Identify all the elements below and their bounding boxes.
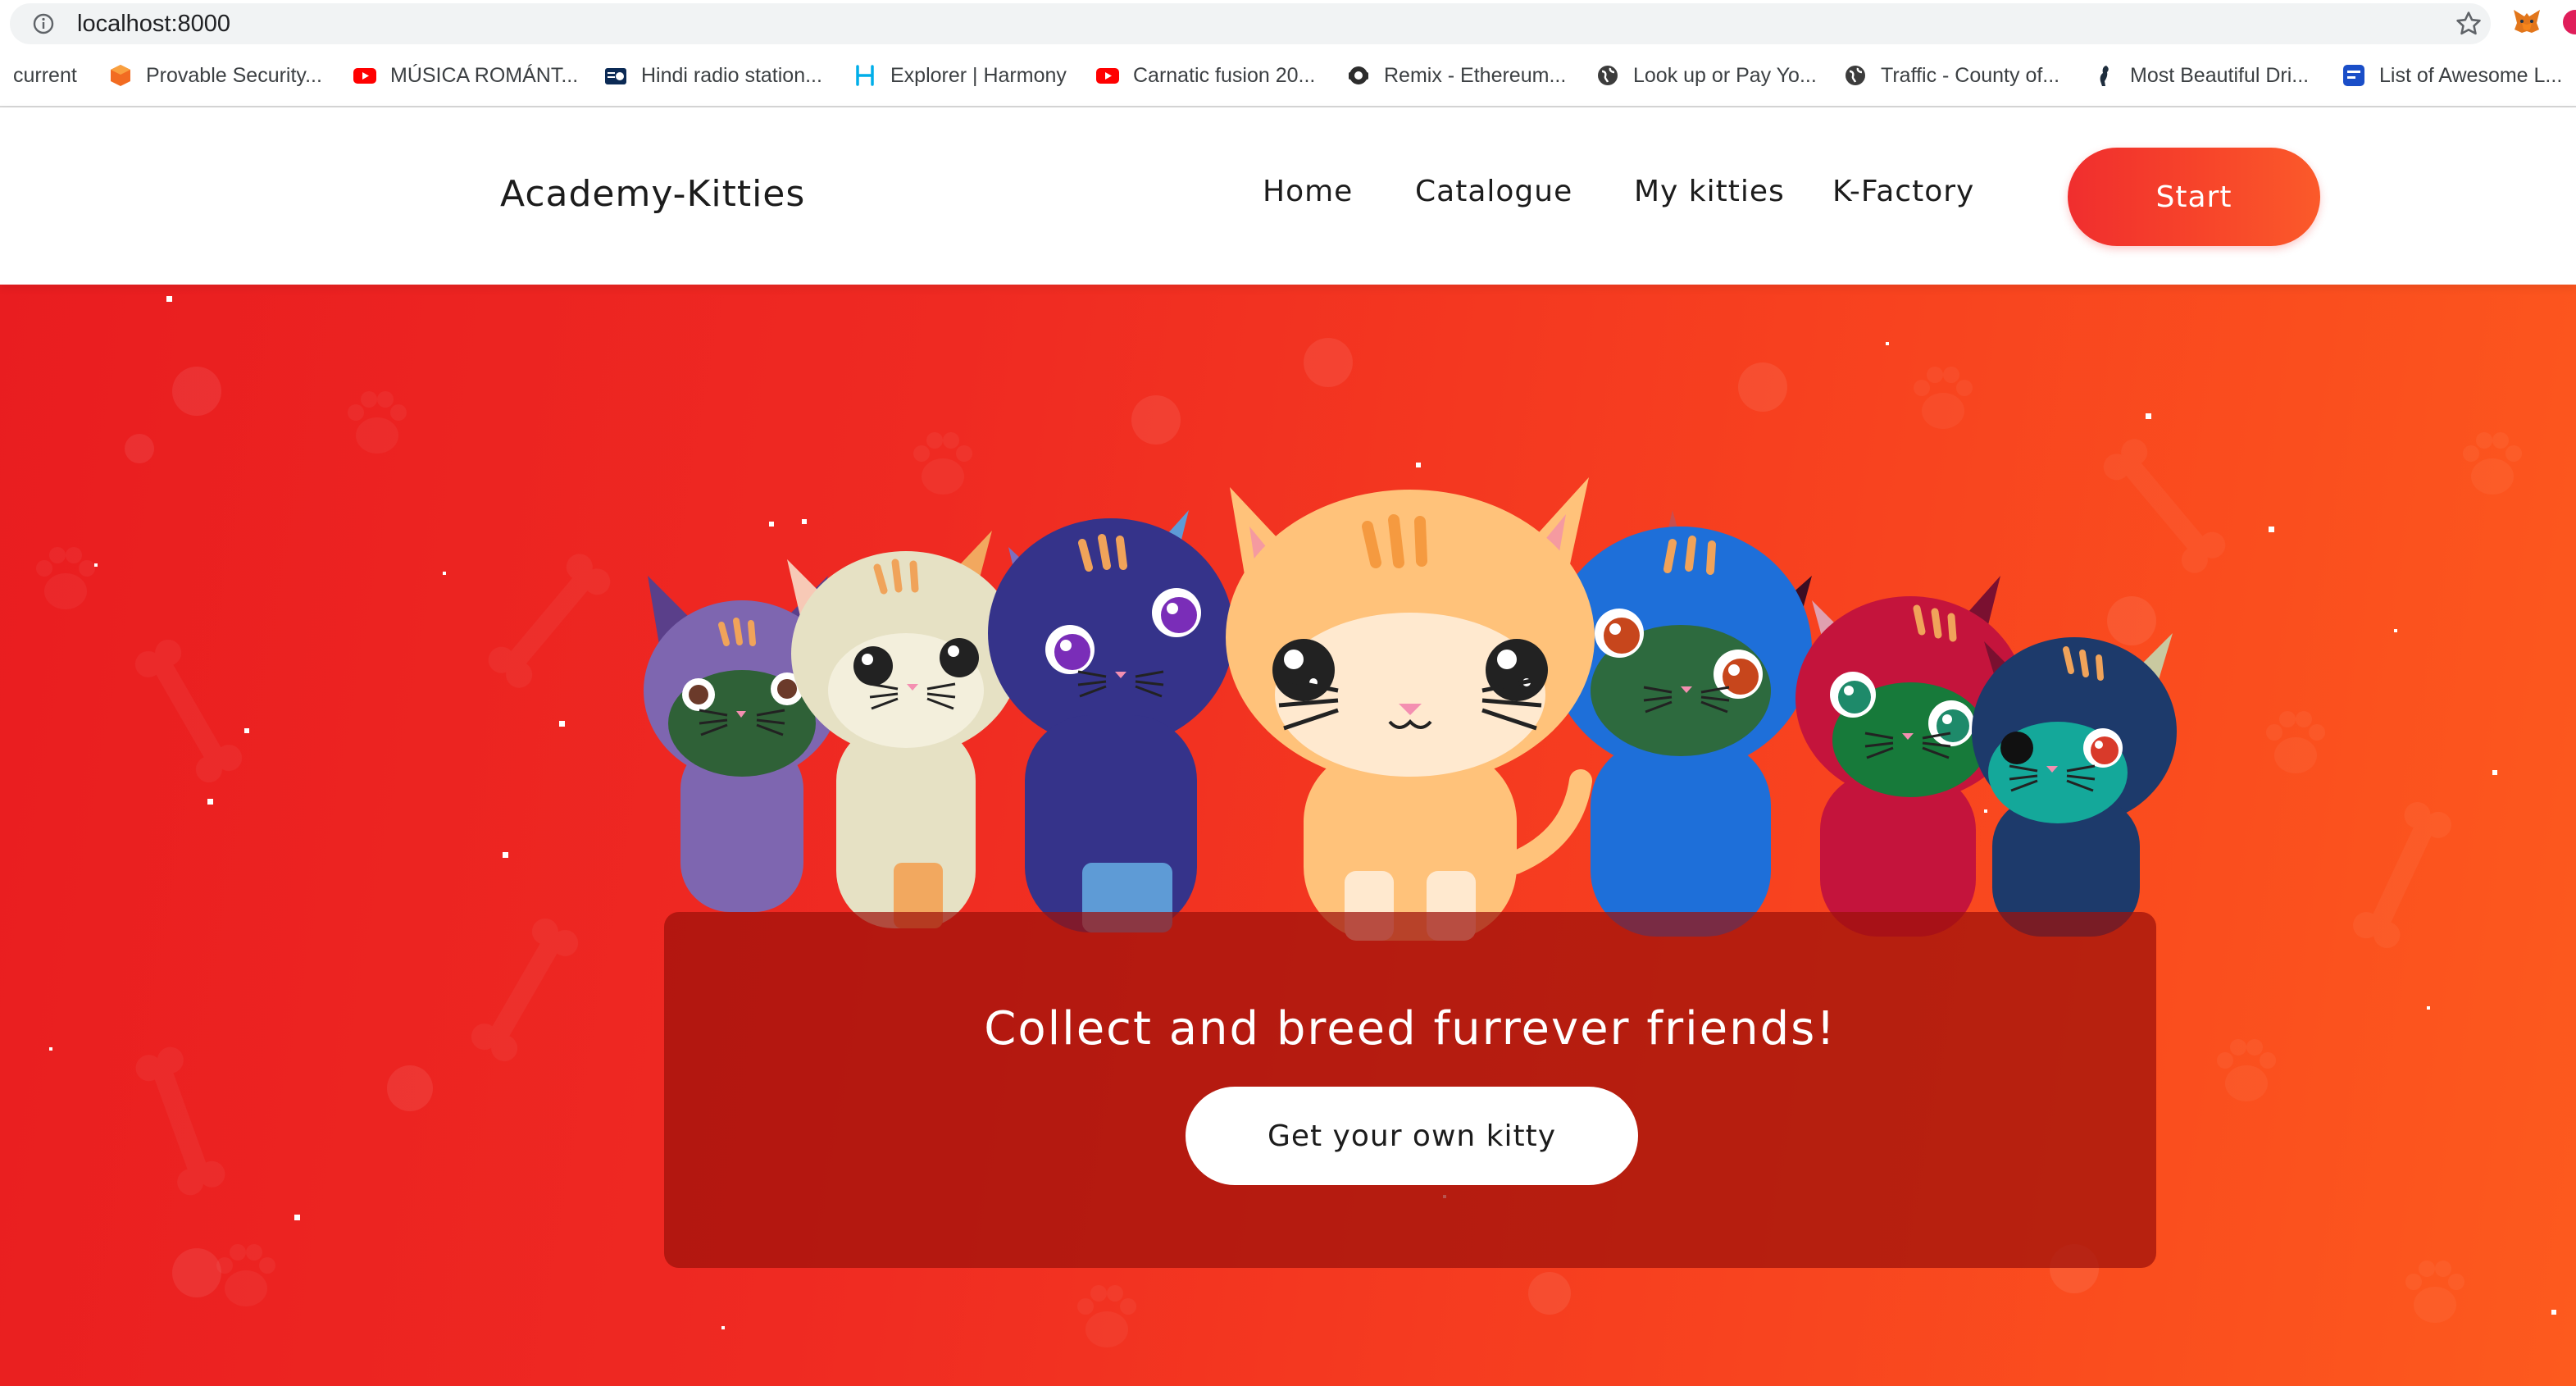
- radio-icon: [605, 68, 626, 84]
- youtube-icon: [353, 68, 376, 84]
- bookmark-label: Explorer | Harmony: [890, 63, 1067, 87]
- bookmark-star-icon[interactable]: [2455, 10, 2483, 38]
- hero-overlay-panel: Collect and breed furrever friends! Get …: [664, 912, 2156, 1268]
- bookmark-label: MÚSICA ROMÁNT...: [390, 63, 579, 87]
- bookmark-traffic[interactable]: Traffic - County of...: [1843, 61, 2059, 90]
- silhouette-icon: [2100, 66, 2109, 86]
- extension-icon[interactable]: [2563, 10, 2576, 34]
- nav-k-factory[interactable]: K-Factory: [1832, 175, 1974, 208]
- bookmark-current[interactable]: current: [13, 61, 77, 90]
- site-logo[interactable]: Academy-Kitties: [500, 173, 805, 215]
- info-icon[interactable]: [33, 13, 54, 34]
- teal-cat: [1972, 633, 2177, 937]
- cube-icon: [111, 65, 130, 86]
- block-icon: [2343, 65, 2364, 86]
- bookmark-label: List of Awesome L...: [2379, 63, 2563, 87]
- address-bar[interactable]: localhost:8000: [10, 3, 2491, 44]
- nav-catalogue[interactable]: Catalogue: [1415, 175, 1572, 208]
- bookmark-label: Traffic - County of...: [1881, 63, 2060, 87]
- bookmark-label: Carnatic fusion 20...: [1133, 63, 1316, 87]
- get-kitty-button[interactable]: Get your own kitty: [1186, 1087, 1638, 1185]
- bookmark-remix[interactable]: Remix - Ethereum...: [1346, 61, 1566, 90]
- bookmark-label: Most Beautiful Dri...: [2130, 63, 2310, 87]
- bookmark-provable[interactable]: Provable Security...: [108, 61, 322, 90]
- globe-icon: [1846, 66, 1865, 85]
- blue-cat: [1550, 510, 1812, 937]
- hero-section: Collect and breed furrever friends! Get …: [0, 285, 2576, 1386]
- bookmark-label: Remix - Ethereum...: [1384, 63, 1567, 87]
- bookmark-label: current: [13, 63, 77, 87]
- nav-my-kitties[interactable]: My kitties: [1634, 175, 1785, 208]
- bookmark-musica[interactable]: MÚSICA ROMÁNT...: [353, 61, 578, 90]
- nav-home[interactable]: Home: [1263, 175, 1353, 208]
- harmony-icon: [856, 65, 874, 86]
- site-header: Academy-Kitties Home Catalogue My kittie…: [0, 107, 2576, 285]
- bookmark-harmony[interactable]: Explorer | Harmony: [853, 61, 1067, 90]
- url-text[interactable]: localhost:8000: [77, 8, 230, 39]
- orange-cat: [1226, 477, 1595, 941]
- bookmark-carnatic[interactable]: Carnatic fusion 20...: [1095, 61, 1315, 90]
- metamask-fox-icon[interactable]: [2510, 5, 2543, 38]
- bookmark-label: Hindi radio station...: [641, 63, 822, 87]
- bookmark-awesome-list[interactable]: List of Awesome L...: [2342, 61, 2562, 90]
- start-button[interactable]: Start: [2068, 148, 2320, 246]
- browser-chrome: localhost:8000 current Provable Security…: [0, 0, 2576, 107]
- bookmarks-bar: current Provable Security... MÚSICA ROMÁ…: [0, 52, 2576, 98]
- globe-icon: [1598, 66, 1618, 85]
- bookmark-beautiful[interactable]: Most Beautiful Dri...: [2092, 61, 2309, 90]
- bookmark-lookup[interactable]: Look up or Pay Yo...: [1595, 61, 1817, 90]
- navy-cat: [988, 510, 1234, 932]
- bookmark-hindi-radio[interactable]: Hindi radio station...: [603, 61, 822, 90]
- bookmark-label: Look up or Pay Yo...: [1633, 63, 1817, 87]
- remix-icon: [1349, 66, 1368, 84]
- bookmark-label: Provable Security...: [146, 63, 322, 87]
- hero-tagline: Collect and breed furrever friends!: [984, 1002, 1836, 1055]
- youtube-icon: [1096, 68, 1119, 84]
